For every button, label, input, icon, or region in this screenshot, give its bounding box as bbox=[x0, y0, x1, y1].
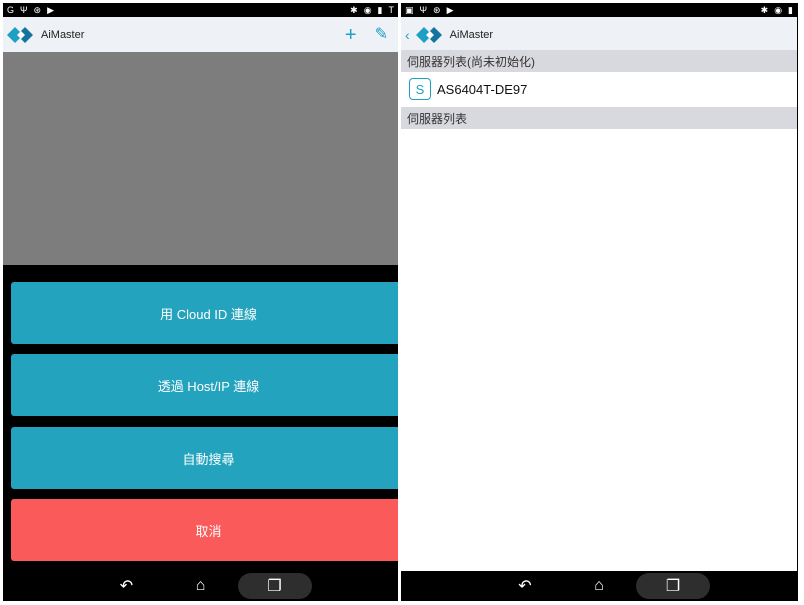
edit-icon[interactable]: ✎ bbox=[375, 25, 388, 45]
host-ip-connect-button[interactable]: 透過 Host/IP 連線 bbox=[11, 354, 398, 416]
gallery-icon: ▣ bbox=[405, 5, 414, 15]
status-left-icons: G Ψ ⊛ ▶ bbox=[7, 3, 54, 17]
notification-icon: G bbox=[7, 5, 15, 15]
play-icon: ▶ bbox=[47, 5, 55, 15]
app-bar-actions: + ✎ bbox=[345, 25, 388, 45]
server-list-item[interactable]: S AS6404T-DE97 bbox=[401, 72, 797, 106]
time-icon: T bbox=[388, 5, 395, 15]
aimaster-logo-icon bbox=[7, 26, 33, 43]
back-chevron-icon[interactable]: ‹ bbox=[405, 27, 410, 43]
status-bar: ▣ Ψ ⊛ ▶ ✱ ◉ ▮ bbox=[401, 3, 797, 17]
sync-icon: ⊛ bbox=[33, 5, 42, 15]
nav-bar: ↶ ⌂ ❐ bbox=[3, 571, 398, 601]
cloud-id-connect-button[interactable]: 用 Cloud ID 連線 bbox=[11, 282, 398, 344]
screenshot-frame: G Ψ ⊛ ▶ ✱ ◉ ▮ T AiMaster + ✎ 用 Cloud ID … bbox=[0, 0, 804, 605]
home-nav-icon[interactable]: ⌂ bbox=[164, 573, 238, 599]
usb-icon: Ψ bbox=[20, 5, 28, 15]
auto-search-button[interactable]: 自動搜尋 bbox=[11, 427, 398, 489]
app-bar: AiMaster + ✎ bbox=[3, 17, 398, 52]
app-title: AiMaster bbox=[449, 28, 494, 41]
right-phone-screen: ▣ Ψ ⊛ ▶ ✱ ◉ ▮ ‹ AiMaster 伺服器列表(尚未初始化) S bbox=[401, 3, 798, 601]
usb-icon: Ψ bbox=[419, 5, 428, 15]
battery-icon: ▮ bbox=[788, 5, 793, 15]
status-right-icons: ✱ ◉ ▮ bbox=[761, 3, 793, 17]
battery-icon: ▮ bbox=[377, 5, 383, 15]
section-header-servers: 伺服器列表 bbox=[401, 107, 797, 129]
bluetooth-icon: ✱ bbox=[760, 5, 769, 15]
cancel-button[interactable]: 取消 bbox=[11, 499, 398, 561]
home-nav-icon[interactable]: ⌂ bbox=[562, 573, 636, 599]
server-name: AS6404T-DE97 bbox=[437, 81, 528, 97]
section-header-uninitialized: 伺服器列表(尚未初始化) bbox=[401, 50, 797, 72]
recents-nav-icon[interactable]: ❐ bbox=[636, 573, 710, 599]
dimmed-overlay[interactable] bbox=[3, 52, 398, 265]
connection-options-sheet: 用 Cloud ID 連線 透過 Host/IP 連線 自動搜尋 取消 bbox=[3, 265, 398, 573]
back-nav-icon[interactable]: ↶ bbox=[90, 573, 164, 599]
server-app-icon: S bbox=[409, 78, 431, 100]
aimaster-logo-icon bbox=[415, 26, 442, 43]
status-left-icons: ▣ Ψ ⊛ ▶ bbox=[405, 3, 454, 17]
sync-icon: ⊛ bbox=[433, 5, 441, 15]
back-nav-icon[interactable]: ↶ bbox=[488, 573, 562, 599]
bluetooth-icon: ✱ bbox=[350, 5, 358, 15]
left-phone-screen: G Ψ ⊛ ▶ ✱ ◉ ▮ T AiMaster + ✎ 用 Cloud ID … bbox=[3, 3, 398, 601]
status-right-icons: ✱ ◉ ▮ T bbox=[350, 3, 394, 17]
status-bar: G Ψ ⊛ ▶ ✱ ◉ ▮ T bbox=[3, 3, 398, 17]
app-bar: ‹ AiMaster bbox=[401, 17, 797, 52]
play-icon: ▶ bbox=[446, 5, 454, 15]
add-icon[interactable]: + bbox=[345, 25, 357, 45]
wifi-icon: ◉ bbox=[774, 5, 783, 15]
wifi-icon: ◉ bbox=[363, 5, 372, 15]
recents-nav-icon[interactable]: ❐ bbox=[237, 573, 312, 599]
nav-bar: ↶ ⌂ ❐ bbox=[401, 571, 797, 601]
app-title: AiMaster bbox=[41, 28, 85, 41]
